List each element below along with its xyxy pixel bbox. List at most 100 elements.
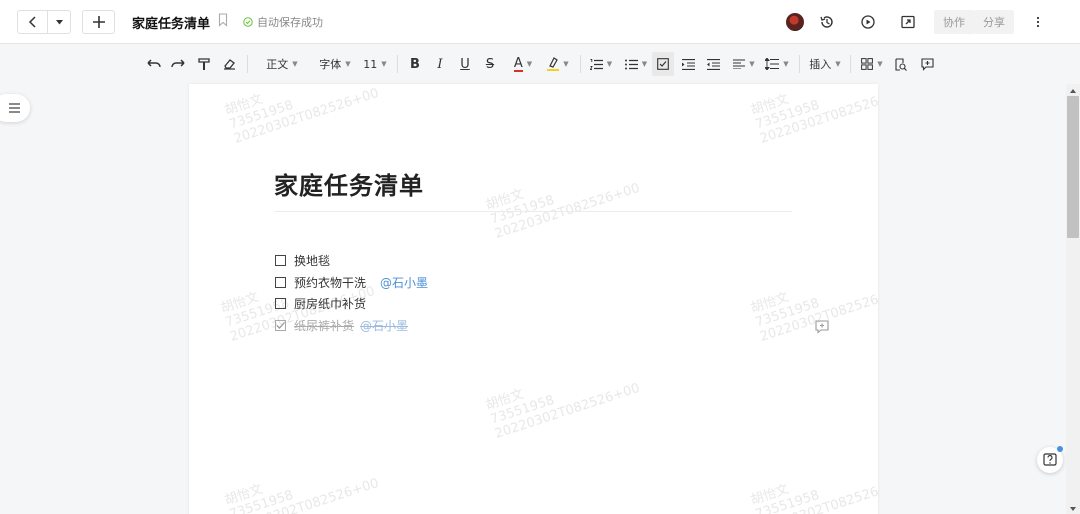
font-color-button[interactable]: A ▼: [507, 52, 539, 76]
find-replace-button[interactable]: [891, 52, 909, 76]
export-button[interactable]: [898, 12, 918, 32]
watermark-name: 胡怡文: [749, 481, 791, 509]
task-text[interactable]: 换地毯: [294, 252, 330, 269]
watermark-id: 73551958: [753, 97, 822, 133]
task-item[interactable]: 纸尿裤补货 @石小墨: [275, 315, 408, 335]
doc-search-icon: [894, 57, 907, 71]
watermark: 胡怡文 73551958 20220302T082526+00: [223, 84, 381, 147]
scroll-up-arrow-icon[interactable]: [1066, 86, 1080, 96]
play-circle-icon: [861, 15, 875, 29]
strikethrough-icon: S: [485, 56, 495, 72]
watermark-name: 胡怡文: [223, 481, 265, 509]
outdent-button[interactable]: [704, 52, 722, 76]
indent-button[interactable]: [679, 52, 697, 76]
watermark: 胡怡文 73551958 20220302T082526+00: [484, 352, 642, 442]
task-item[interactable]: 预约衣物干洗 @石小墨: [275, 272, 428, 292]
task-item[interactable]: 换地毯: [275, 250, 330, 270]
avatar[interactable]: [786, 13, 804, 31]
watermark-name: 胡怡文: [484, 186, 526, 214]
task-checkbox[interactable]: [275, 297, 286, 309]
clear-format-button[interactable]: [220, 52, 238, 76]
outline-toggle-button[interactable]: [0, 94, 30, 122]
ordered-list-icon: [589, 58, 603, 70]
underline-button[interactable]: U: [456, 52, 474, 76]
bullet-list-button[interactable]: ▼: [621, 52, 651, 76]
history-icon: [820, 16, 833, 28]
watermark-name: 胡怡文: [749, 289, 791, 317]
mention-link[interactable]: @石小墨: [380, 274, 428, 291]
title-divider: [274, 211, 792, 212]
paragraph-style-select[interactable]: 正文 ▼: [260, 52, 304, 76]
present-button[interactable]: [858, 12, 878, 32]
watermark-id: 73551958: [488, 192, 557, 228]
more-button[interactable]: [1028, 12, 1048, 32]
document-title[interactable]: 家庭任务清单: [274, 166, 424, 201]
caret-down-icon: [55, 19, 63, 24]
more-vertical-icon: [1036, 16, 1040, 28]
strikethrough-button[interactable]: S: [481, 52, 499, 76]
watermark: 胡怡文 73551958 20220302T082526+00: [749, 255, 878, 345]
export-icon: [901, 15, 915, 29]
font-size-select[interactable]: 11 ▼: [362, 52, 388, 76]
line-height-icon: [765, 58, 780, 70]
scroll-down-arrow-icon[interactable]: [1066, 504, 1080, 514]
grid-icon: [861, 58, 874, 70]
italic-icon: I: [437, 56, 443, 72]
paragraph-style-label: 正文: [266, 58, 289, 71]
checklist-icon: [657, 58, 669, 70]
watermark-timestamp: 20220302T082526+00: [758, 475, 878, 514]
task-checkbox-checked[interactable]: [275, 319, 286, 331]
menu-icon: [9, 103, 20, 113]
document-page[interactable]: 胡怡文 73551958 20220302T082526+00 胡怡文 7355195…: [189, 84, 878, 514]
format-toolbar: 正文 ▼ 字体 ▼ 11 ▼ B I U S A ▼ ▼ ▼ ▼ ▼ ▼ 插入 ▼ ▼: [0, 52, 1080, 76]
watermark-name: 胡怡文: [223, 91, 265, 119]
doc-title: 家庭任务清单: [132, 17, 211, 32]
task-checkbox[interactable]: [275, 254, 286, 266]
mention-link[interactable]: @石小墨: [360, 317, 408, 334]
collab-button[interactable]: 协作: [934, 10, 974, 34]
align-button[interactable]: ▼: [730, 52, 758, 76]
align-left-icon: [733, 59, 746, 69]
bold-button[interactable]: B: [406, 52, 424, 76]
table-button[interactable]: ▼: [858, 52, 886, 76]
history-dropdown-button[interactable]: [48, 19, 70, 25]
italic-button[interactable]: I: [431, 52, 449, 76]
caret-down-icon: ▼: [877, 60, 883, 68]
format-painter-button[interactable]: [195, 52, 213, 76]
font-color-icon: A: [513, 55, 523, 72]
add-comment-button[interactable]: [815, 319, 829, 334]
comment-button[interactable]: [918, 52, 936, 76]
watermark-timestamp: 20220302T082526+00: [493, 380, 642, 442]
bookmark-icon[interactable]: [218, 13, 228, 27]
comment-add-icon: [815, 320, 829, 334]
line-height-button[interactable]: ▼: [763, 52, 791, 76]
watermark-name: 胡怡文: [484, 386, 526, 414]
caret-down-icon: ▼: [292, 60, 298, 68]
ordered-list-button[interactable]: ▼: [586, 52, 616, 76]
task-text[interactable]: 纸尿裤补货: [294, 317, 354, 334]
watermark: 胡怡文 73551958 20220302T082526+00: [484, 152, 642, 242]
caret-down-icon: ▼: [526, 60, 533, 68]
checklist-button[interactable]: [652, 52, 674, 76]
underline-icon: U: [460, 56, 470, 72]
font-family-select[interactable]: 字体 ▼: [314, 52, 356, 76]
scrollbar-thumb[interactable]: [1067, 96, 1079, 238]
bullet-list-icon: [624, 59, 638, 69]
new-doc-button[interactable]: [82, 10, 115, 34]
share-button[interactable]: 分享: [974, 10, 1014, 34]
redo-button[interactable]: [169, 52, 187, 76]
insert-menu[interactable]: 插入 ▼: [808, 52, 842, 76]
undo-button[interactable]: [145, 52, 163, 76]
task-item[interactable]: 厨房纸巾补货: [275, 293, 366, 313]
task-text[interactable]: 预约衣物干洗: [294, 274, 366, 291]
autosave-status: 自动保存成功: [243, 14, 323, 30]
outdent-icon: [706, 58, 720, 70]
history-button[interactable]: [817, 12, 837, 32]
watermark-timestamp: 20220302T082526+00: [232, 475, 381, 514]
task-text[interactable]: 厨房纸巾补货: [294, 295, 366, 312]
back-button[interactable]: [18, 11, 48, 33]
highlight-button[interactable]: ▼: [543, 52, 573, 76]
watermark-name: 胡怡文: [749, 91, 791, 119]
task-checkbox[interactable]: [275, 276, 286, 288]
watermark: 胡怡文 73551958 20220302T082526+00: [223, 447, 381, 514]
